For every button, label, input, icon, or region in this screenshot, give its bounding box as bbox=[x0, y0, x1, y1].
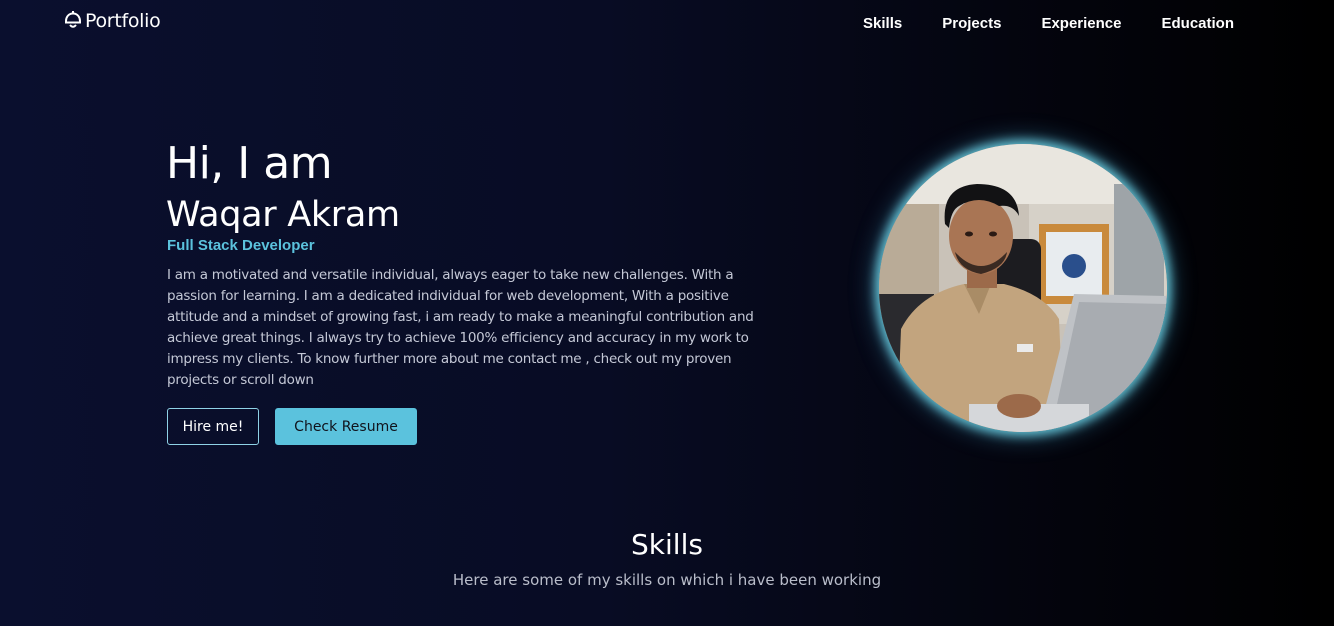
brand-link[interactable]: Portfolio bbox=[63, 10, 161, 32]
check-resume-button[interactable]: Check Resume bbox=[275, 408, 417, 445]
brand-label: Portfolio bbox=[85, 10, 161, 32]
nav-link-skills[interactable]: Skills bbox=[863, 15, 902, 32]
hero-name: Waqar Akram bbox=[166, 195, 400, 235]
bell-icon bbox=[63, 10, 83, 32]
nav-link-experience[interactable]: Experience bbox=[1041, 15, 1121, 32]
navbar: Portfolio Skills Projects Experience Edu… bbox=[0, 0, 1334, 48]
hero-bio: I am a motivated and versatile individua… bbox=[167, 267, 754, 388]
hero-role: Full Stack Developer bbox=[167, 237, 315, 254]
skills-title: Skills bbox=[631, 528, 703, 561]
nav-links: Skills Projects Experience Education bbox=[823, 15, 1234, 32]
profile-photo bbox=[879, 144, 1167, 432]
hero-greeting: Hi, I am bbox=[166, 138, 333, 189]
hire-me-button[interactable]: Hire me! bbox=[167, 408, 259, 445]
nav-link-projects[interactable]: Projects bbox=[942, 15, 1001, 32]
nav-link-education[interactable]: Education bbox=[1161, 15, 1234, 32]
skills-subtitle: Here are some of my skills on which i ha… bbox=[452, 571, 882, 589]
